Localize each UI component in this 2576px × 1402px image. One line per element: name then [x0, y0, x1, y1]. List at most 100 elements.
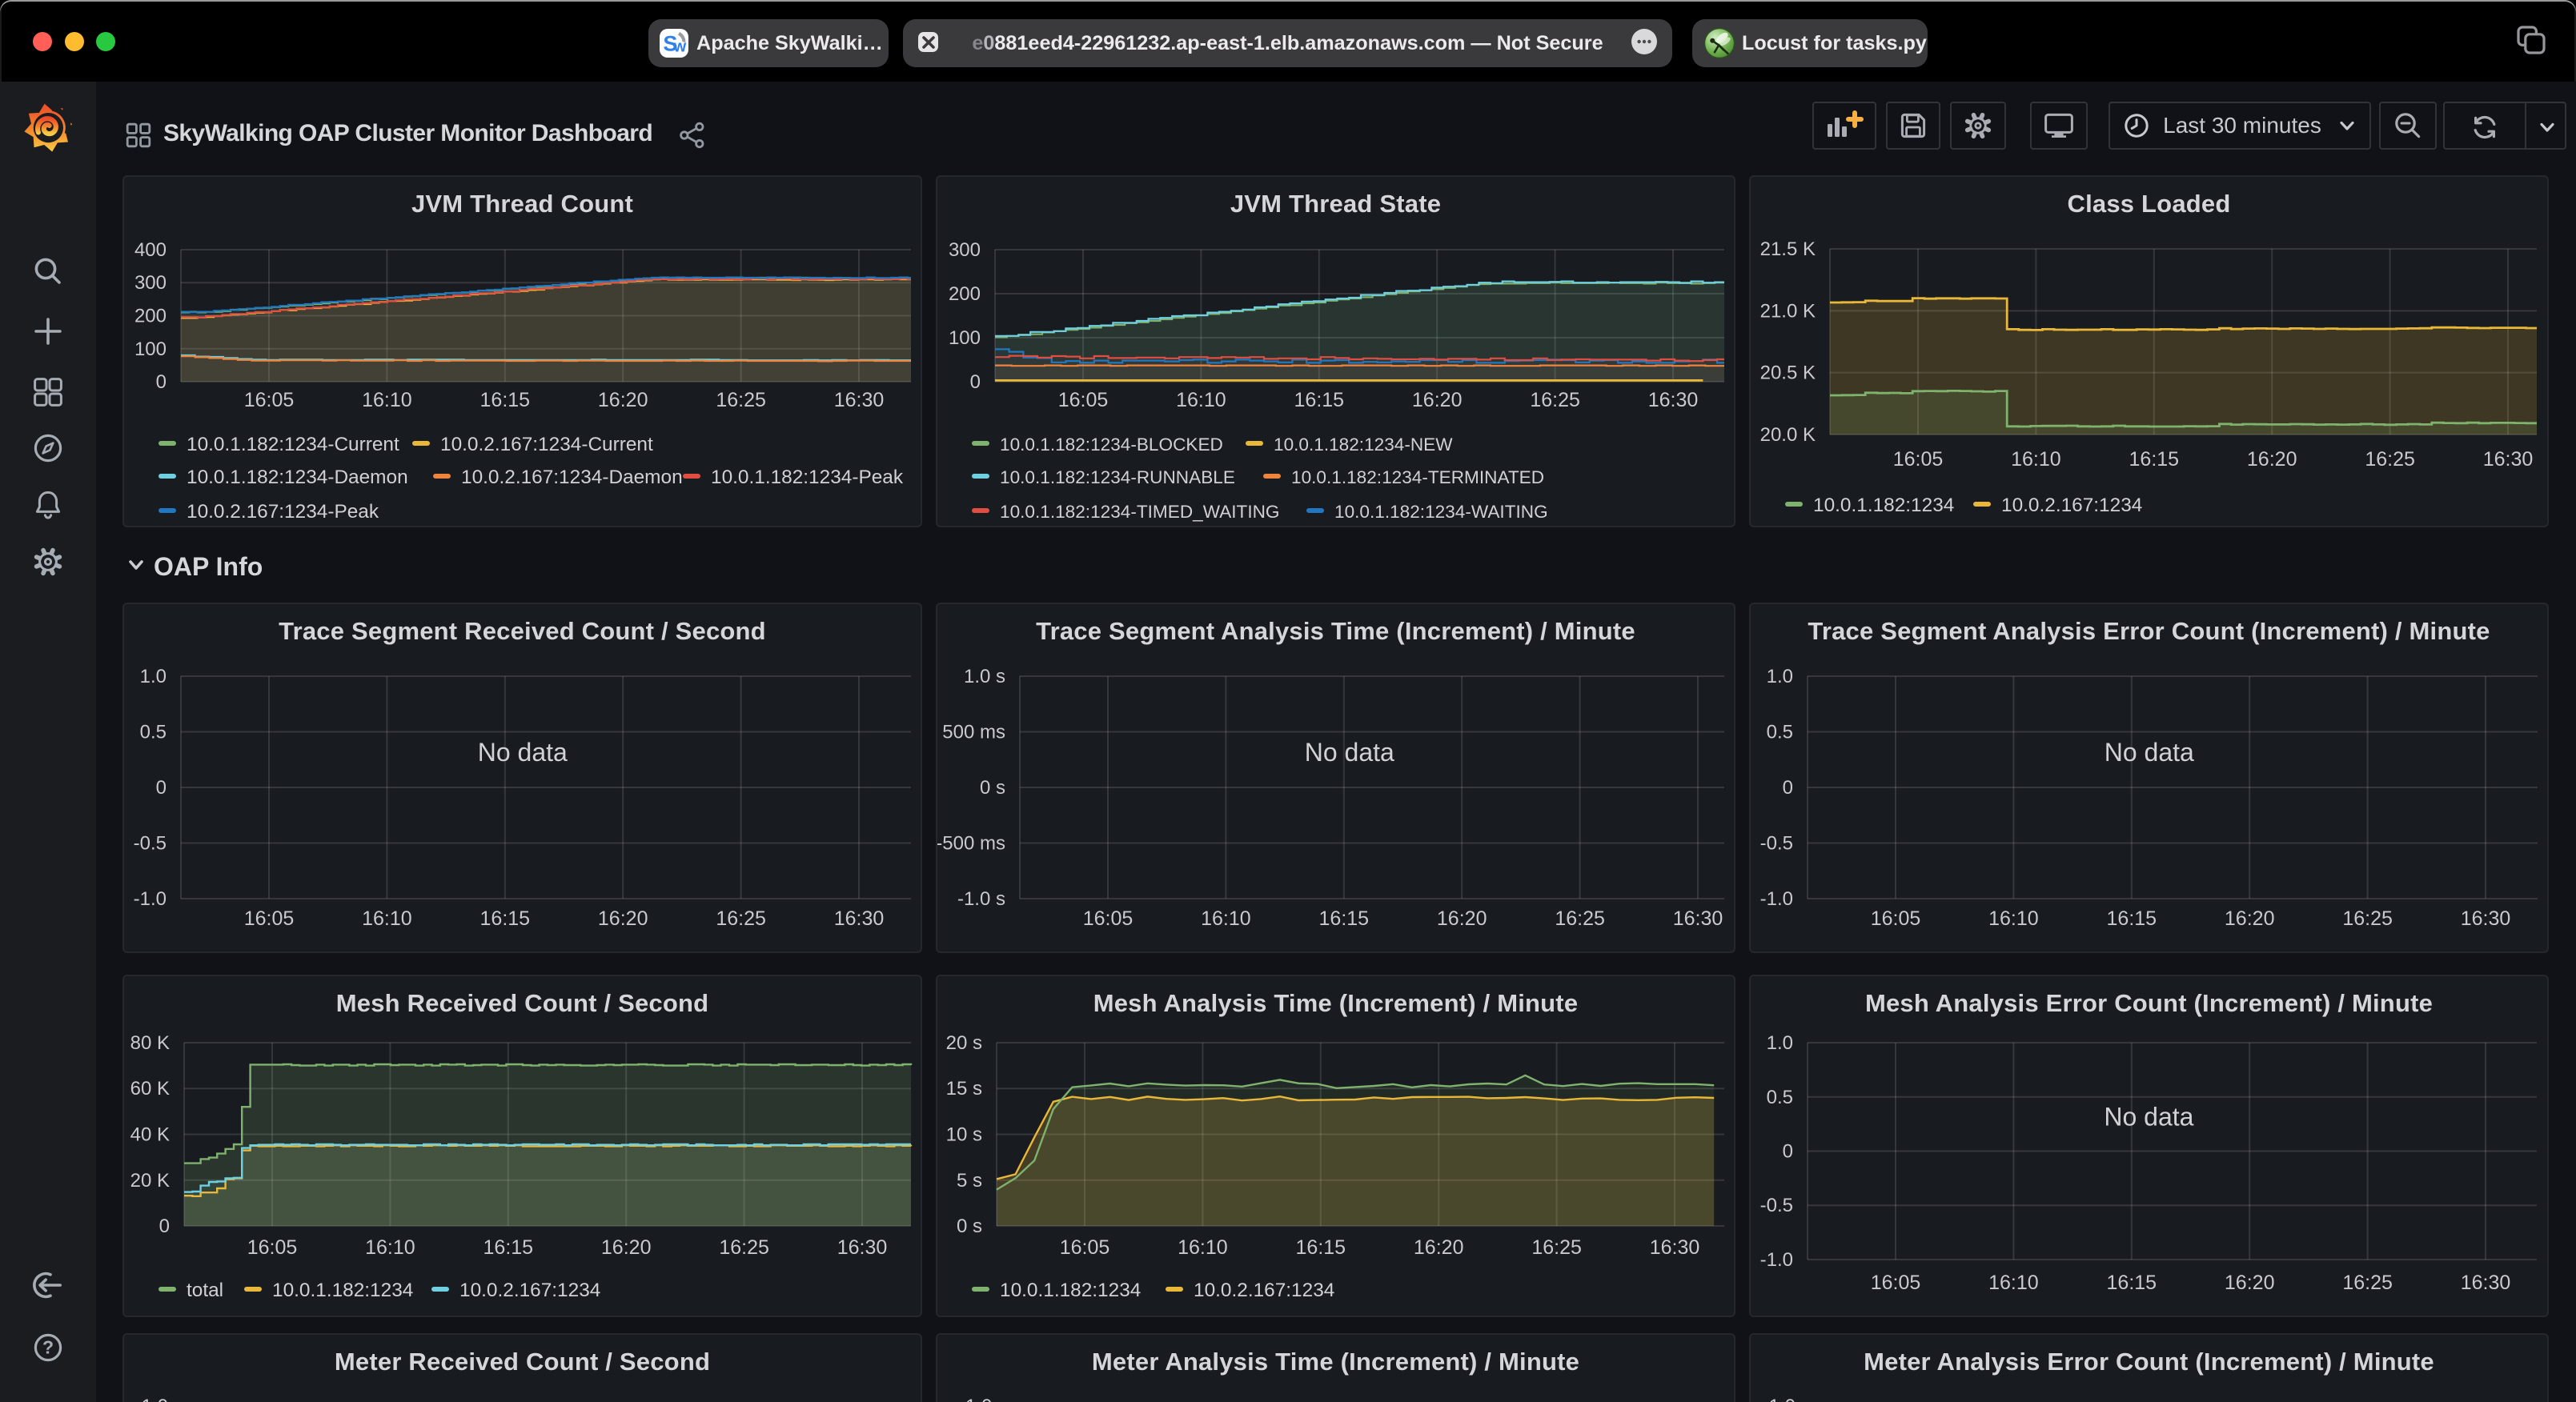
svg-text:16:10: 16:10 — [362, 907, 412, 930]
svg-text:10.0.1.182:1234-Current: 10.0.1.182:1234-Current — [187, 434, 399, 455]
svg-text:10.0.1.182:1234-BLOCKED: 10.0.1.182:1234-BLOCKED — [1000, 435, 1223, 455]
svg-text:0: 0 — [159, 1216, 170, 1237]
svg-text:10.0.2.167:1234-Peak: 10.0.2.167:1234-Peak — [187, 501, 379, 523]
svg-text:16:20: 16:20 — [601, 1236, 652, 1259]
svg-text:16:30: 16:30 — [2461, 907, 2511, 930]
svg-text:16:30: 16:30 — [1648, 389, 1699, 411]
svg-text:16:20: 16:20 — [2247, 448, 2297, 471]
svg-text:-500 ms: -500 ms — [937, 833, 1005, 855]
svg-text:16:30: 16:30 — [2461, 1272, 2511, 1294]
svg-text:-1.0: -1.0 — [134, 888, 167, 910]
svg-text:10.0.1.182:1234-WAITING: 10.0.1.182:1234-WAITING — [1334, 502, 1548, 522]
svg-text:1.0 s: 1.0 s — [964, 666, 1005, 687]
svg-text:0.5: 0.5 — [140, 722, 167, 743]
svg-text:200: 200 — [134, 306, 167, 327]
svg-text:100: 100 — [949, 327, 981, 349]
svg-text:-0.5: -0.5 — [1760, 1195, 1793, 1216]
svg-text:10.0.1.182:1234-NEW: 10.0.1.182:1234-NEW — [1274, 435, 1453, 455]
svg-text:10.0.1.182:1234: 10.0.1.182:1234 — [1813, 495, 1954, 516]
svg-text:10.0.1.182:1234-Peak: 10.0.1.182:1234-Peak — [711, 467, 904, 488]
svg-text:16:15: 16:15 — [484, 1236, 534, 1259]
svg-text:16:30: 16:30 — [834, 907, 885, 930]
svg-text:16:30: 16:30 — [837, 1236, 888, 1259]
svg-text:10.0.2.167:1234: 10.0.2.167:1234 — [1194, 1280, 1334, 1301]
svg-text:16:05: 16:05 — [244, 907, 295, 930]
svg-text:16:25: 16:25 — [1531, 1236, 1582, 1259]
svg-text:0: 0 — [970, 371, 981, 393]
svg-text:16:25: 16:25 — [716, 389, 766, 411]
svg-text:500 ms: 500 ms — [942, 722, 1005, 743]
svg-text:16:10: 16:10 — [362, 389, 412, 411]
svg-text:20 s: 20 s — [946, 1032, 982, 1054]
svg-text:10.0.2.167:1234-Daemon: 10.0.2.167:1234-Daemon — [461, 467, 683, 488]
svg-text:No data: No data — [2105, 738, 2194, 767]
svg-text:16:05: 16:05 — [1871, 907, 1921, 930]
svg-text:80 K: 80 K — [130, 1032, 170, 1054]
svg-text:10.0.2.167:1234: 10.0.2.167:1234 — [459, 1280, 600, 1301]
svg-text:16:05: 16:05 — [244, 389, 295, 411]
svg-text:16:05: 16:05 — [1083, 907, 1134, 930]
svg-text:16:25: 16:25 — [2365, 448, 2415, 471]
svg-text:0: 0 — [156, 777, 167, 799]
svg-text:15 s: 15 s — [946, 1078, 982, 1100]
svg-text:-1.0: -1.0 — [1760, 888, 1793, 910]
svg-text:1.0 s: 1.0 s — [965, 1396, 1007, 1402]
svg-text:total: total — [187, 1280, 223, 1301]
svg-text:16:15: 16:15 — [480, 907, 531, 930]
svg-text:-0.5: -0.5 — [134, 833, 167, 855]
svg-text:0: 0 — [156, 371, 167, 393]
svg-text:16:15: 16:15 — [1294, 389, 1345, 411]
svg-text:1.0: 1.0 — [142, 1396, 168, 1402]
svg-text:No data: No data — [478, 738, 568, 767]
svg-text:-1.0 s: -1.0 s — [957, 888, 1005, 910]
svg-text:16:30: 16:30 — [834, 389, 885, 411]
svg-text:16:10: 16:10 — [365, 1236, 415, 1259]
svg-text:10.0.1.182:1234: 10.0.1.182:1234 — [1000, 1280, 1141, 1301]
svg-text:10.0.2.167:1234: 10.0.2.167:1234 — [2001, 495, 2142, 516]
svg-text:16:20: 16:20 — [598, 389, 648, 411]
svg-text:16:10: 16:10 — [1178, 1236, 1228, 1259]
svg-text:21.5 K: 21.5 K — [1760, 238, 1816, 260]
svg-text:16:25: 16:25 — [719, 1236, 769, 1259]
svg-text:?: ? — [42, 1337, 54, 1358]
svg-text:0.5: 0.5 — [1767, 1087, 1793, 1108]
svg-text:10.0.1.182:1234-Daemon: 10.0.1.182:1234-Daemon — [187, 467, 408, 488]
svg-text:10 s: 10 s — [946, 1124, 982, 1146]
svg-text:16:30: 16:30 — [1673, 907, 1723, 930]
svg-text:16:15: 16:15 — [2107, 907, 2157, 930]
svg-text:60 K: 60 K — [130, 1078, 170, 1100]
svg-text:200: 200 — [949, 283, 981, 305]
svg-text:16:20: 16:20 — [598, 907, 648, 930]
svg-text:100: 100 — [134, 338, 167, 360]
svg-text:No data: No data — [2104, 1102, 2193, 1131]
svg-text:0 s: 0 s — [980, 777, 1005, 799]
svg-text:No data: No data — [1305, 738, 1394, 767]
svg-text:16:10: 16:10 — [1988, 907, 2039, 930]
svg-text:300: 300 — [949, 239, 981, 261]
svg-text:5 s: 5 s — [957, 1170, 982, 1192]
svg-text:16:10: 16:10 — [1201, 907, 1251, 930]
svg-text:16:20: 16:20 — [1412, 389, 1463, 411]
svg-text:16:10: 16:10 — [1988, 1272, 2039, 1294]
svg-text:20.5 K: 20.5 K — [1760, 363, 1816, 384]
svg-text:16:20: 16:20 — [2225, 907, 2275, 930]
svg-text:10.0.1.182:1234-TIMED_WAITING: 10.0.1.182:1234-TIMED_WAITING — [1000, 502, 1280, 522]
svg-text:1.0: 1.0 — [1767, 1032, 1793, 1054]
svg-text:16:25: 16:25 — [1530, 389, 1580, 411]
svg-text:40 K: 40 K — [130, 1124, 170, 1146]
svg-text:16:20: 16:20 — [1437, 907, 1487, 930]
svg-text:-0.5: -0.5 — [1760, 833, 1793, 855]
svg-text:16:05: 16:05 — [1871, 1272, 1921, 1294]
svg-text:10.0.2.167:1234-Current: 10.0.2.167:1234-Current — [440, 434, 653, 455]
svg-text:300: 300 — [134, 272, 167, 294]
svg-text:1.0: 1.0 — [1769, 1396, 1796, 1402]
svg-text:16:05: 16:05 — [1060, 1236, 1110, 1259]
svg-text:20 K: 20 K — [130, 1170, 170, 1192]
svg-text:20.0 K: 20.0 K — [1760, 424, 1816, 446]
svg-text:16:25: 16:25 — [716, 907, 766, 930]
svg-text:16:05: 16:05 — [1058, 389, 1109, 411]
svg-text:-1.0: -1.0 — [1760, 1249, 1793, 1271]
svg-text:16:05: 16:05 — [1893, 448, 1944, 471]
svg-text:16:20: 16:20 — [2225, 1272, 2275, 1294]
svg-text:10.0.1.182:1234-RUNNABLE: 10.0.1.182:1234-RUNNABLE — [1000, 467, 1235, 487]
